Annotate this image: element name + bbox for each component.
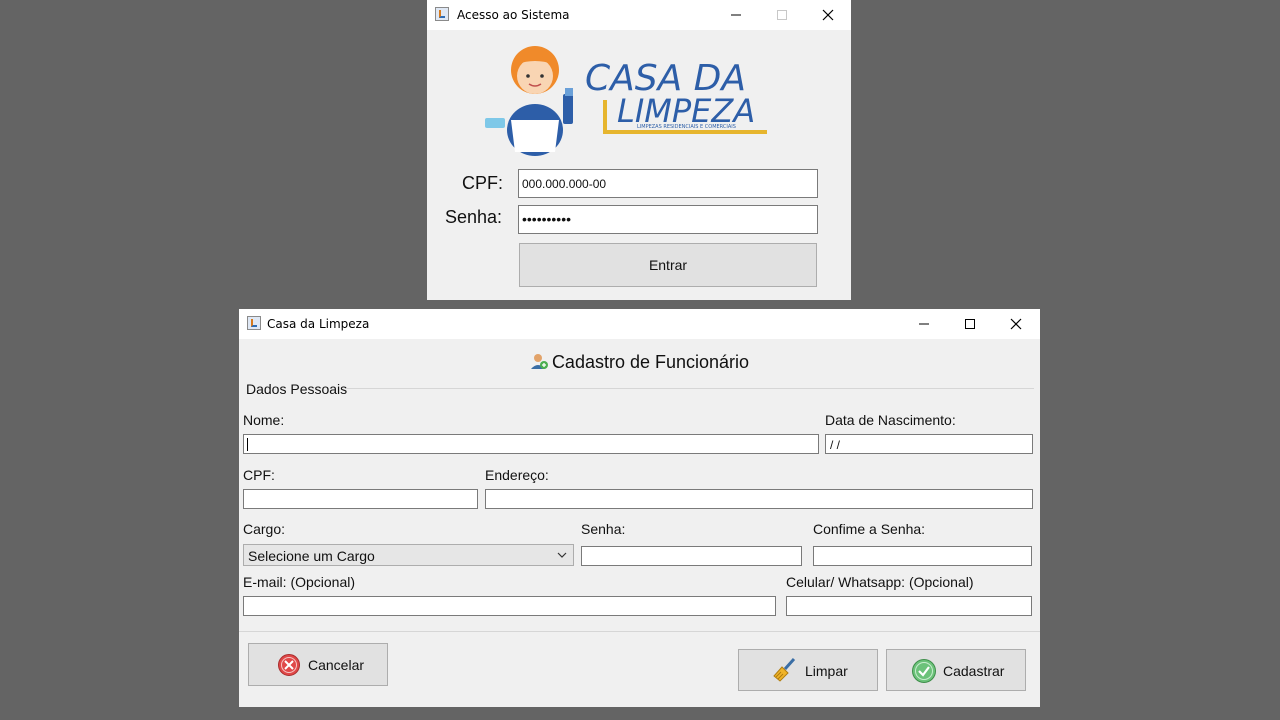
celular-label: Celular/ Whatsapp: (Opcional) (786, 574, 974, 590)
endereco-input[interactable] (485, 489, 1033, 509)
entrar-button[interactable]: Entrar (519, 243, 817, 287)
page-title: Cadastro de Funcionário (239, 352, 1040, 373)
login-window: Acesso ao Sistema CASA DA LIMPEZA LIMPEZ… (427, 0, 851, 300)
email-input[interactable] (243, 596, 776, 616)
cadastrar-button[interactable]: Cadastrar (886, 649, 1026, 691)
senha-input[interactable]: •••••••••• (518, 205, 818, 234)
cpf-label: CPF: (462, 173, 504, 193)
nome-input[interactable] (243, 434, 819, 454)
endereco-label: Endereço: (485, 467, 549, 483)
casa-da-limpeza-logo: CASA DA LIMPEZA LIMPEZAS RESIDENCIAIS E … (485, 46, 767, 156)
cancelar-button[interactable]: Cancelar (248, 643, 388, 686)
check-circle-icon (912, 659, 936, 683)
cpf-value: 000.000.000-00 (522, 177, 607, 191)
limpar-label: Limpar (805, 663, 848, 679)
nascimento-value: / / (830, 438, 841, 452)
chevron-down-icon (557, 552, 567, 558)
celular-input[interactable]: ( ) - (786, 596, 1032, 616)
cargo-value: Selecione um Cargo (248, 548, 375, 564)
minimize-button[interactable] (713, 0, 759, 30)
login-titlebar: Acesso ao Sistema (427, 0, 851, 30)
confirme-label: Confime a Senha: (813, 521, 926, 537)
window-title: Casa da Limpeza (267, 317, 370, 331)
java-app-icon (247, 316, 261, 330)
cancel-icon (278, 654, 300, 676)
user-add-icon (530, 354, 548, 369)
cancelar-label: Cancelar (308, 657, 365, 673)
minimize-button[interactable] (901, 309, 947, 339)
svg-text:LIMPEZAS RESIDENCIAIS E COMERC: LIMPEZAS RESIDENCIAIS E COMERCIAIS (637, 124, 736, 130)
footer-divider (239, 631, 1040, 632)
close-button[interactable] (805, 0, 851, 30)
section-divider (347, 388, 1034, 389)
cargo-select[interactable]: Selecione um Cargo (243, 544, 574, 566)
celular-value: ( ) - (803, 614, 832, 615)
limpar-button[interactable]: Limpar (738, 649, 878, 691)
cpf-value: . . - (263, 507, 301, 508)
close-button[interactable] (993, 309, 1039, 339)
cpf-label: CPF: (243, 467, 275, 483)
cargo-label: Cargo: (243, 521, 286, 537)
cadastro-titlebar: Casa da Limpeza (239, 309, 1040, 339)
page-title-text: Cadastro de Funcionário (551, 352, 750, 372)
nascimento-label: Data de Nascimento: (825, 412, 956, 428)
maximize-button[interactable] (759, 0, 805, 30)
senha-value: •••••••••• (522, 211, 572, 227)
nascimento-input[interactable]: / / (825, 434, 1033, 454)
senha-label: Senha: (445, 207, 503, 227)
maximize-button[interactable] (947, 309, 993, 339)
cadastrar-label: Cadastrar (943, 663, 1005, 679)
text-caret (247, 438, 248, 451)
cpf-input[interactable]: 000.000.000-00 (518, 169, 818, 198)
nome-label: Nome: (243, 412, 285, 428)
java-app-icon (435, 7, 449, 21)
senha-input[interactable] (581, 546, 802, 566)
cpf-input[interactable]: . . - (243, 489, 478, 509)
entrar-label: Entrar (648, 257, 688, 273)
senha-label: Senha: (581, 521, 626, 537)
section-title: Dados Pessoais (246, 381, 348, 397)
broom-icon (773, 657, 796, 682)
confirme-senha-input[interactable] (813, 546, 1032, 566)
email-label: E-mail: (Opcional) (243, 574, 356, 590)
cadastro-window: Casa da Limpeza Cadastro de Funcionário … (239, 309, 1040, 707)
window-title: Acesso ao Sistema (457, 8, 570, 22)
